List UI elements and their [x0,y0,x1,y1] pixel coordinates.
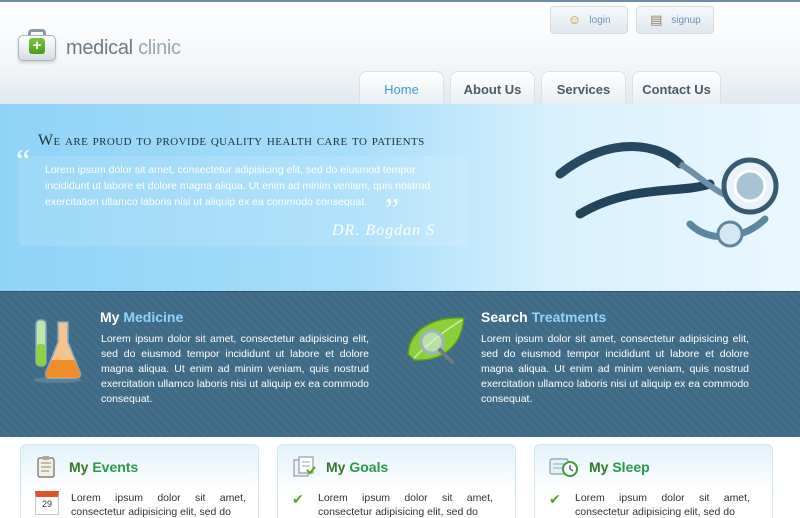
clipboard-icon: ▤ [650,12,663,27]
events-title-b: Events [92,459,139,475]
nav-about-us[interactable]: About Us [450,71,535,106]
login-label: login [589,14,611,26]
logo[interactable]: + medical clinic [18,29,181,67]
nav-services[interactable]: Services [541,71,626,106]
logo-main-text: medical [66,36,133,59]
doctor-signature: DR. Bogdan S [332,222,436,239]
goals-box: My Goals ✔ Lorem ipsum dolor sit amet, c… [277,444,516,518]
flask-icon [33,319,82,383]
goals-title[interactable]: My Goals [326,459,388,475]
sleep-title-a: My [589,459,609,475]
goals-title-a: My [326,459,346,475]
banner-title: We are proud to provide quality health c… [38,132,425,149]
nav-home[interactable]: Home [359,71,444,106]
stethoscope-icon [555,142,779,248]
events-box: My Events 29 Lorem ipsum dolor sit amet,… [20,444,259,518]
goals-title-b: Goals [349,459,389,475]
feature-medicine-title[interactable]: My Medicine [100,309,183,325]
feature-medicine-title-b: Medicine [123,309,184,325]
check-icon: ✔ [549,491,561,507]
features-band: My Medicine Lorem ipsum dolor sit amet, … [0,291,800,437]
site-header: + medical clinic ☺ login ▤ signup Home A… [0,0,800,106]
leaf-magnifier-icon [407,316,465,364]
clock-icon [549,458,578,477]
goals-text: Lorem ipsum dolor sit amet, consectetur … [318,492,493,518]
logo-accent-text: clinic [138,36,181,59]
login-button[interactable]: ☺ login [550,6,628,34]
sleep-title-b: Sleep [612,459,650,475]
events-title-a: My [69,459,89,475]
sleep-text: Lorem ipsum dolor sit amet, consectetur … [575,492,750,518]
feature-treatments-text: Lorem ipsum dolor sit amet, consectetur … [481,333,749,405]
check-icon: ✔ [292,491,304,507]
sleep-title[interactable]: My Sleep [589,459,650,475]
main-nav: Home About Us Services Contact Us [359,71,721,106]
account-links: ☺ login ▤ signup [550,6,714,34]
first-aid-kit-icon: + [18,29,56,67]
calendar-icon: 29 [35,491,59,515]
feature-treatments-title[interactable]: Search Treatments [481,309,606,325]
feature-medicine-title-a: My [100,309,120,325]
quote-open-icon: “ [16,142,31,178]
notepad-icon [37,456,55,478]
nav-contact-us[interactable]: Contact Us [632,71,721,106]
feature-treatments-title-b: Treatments [531,309,607,325]
sleep-box: My Sleep ✔ Lorem ipsum dolor sit amet, c… [534,444,773,518]
events-title[interactable]: My Events [69,459,138,475]
signup-button[interactable]: ▤ signup [636,6,714,34]
user-icon: ☺ [567,12,582,27]
events-text: Lorem ipsum dolor sit amet, consectetur … [71,492,246,518]
documents-icon [293,456,316,477]
logo-text: medical clinic [66,37,181,60]
quote-close-icon: ” [385,191,400,227]
bottom-section: My Events 29 Lorem ipsum dolor sit amet,… [0,437,800,518]
feature-treatments-title-a: Search [481,309,528,325]
feature-medicine-text: Lorem ipsum dolor sit amet, consectetur … [101,333,369,405]
signup-label: signup [671,14,701,26]
